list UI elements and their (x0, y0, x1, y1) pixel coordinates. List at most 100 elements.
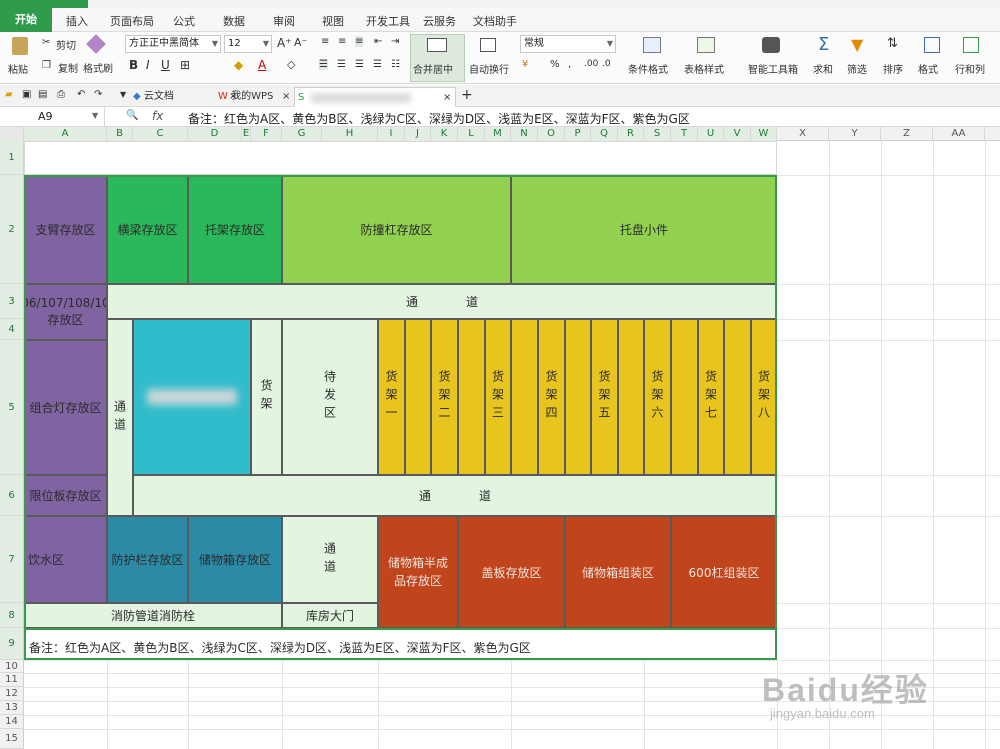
format-icon[interactable] (924, 37, 940, 53)
font-color-icon[interactable]: A (258, 58, 266, 72)
row-column-button[interactable]: 行和列 (955, 61, 985, 76)
fx-icon[interactable]: fx (152, 109, 163, 123)
zone-box-semi-finished[interactable]: 储物箱半成品存放区 (378, 516, 458, 628)
column-header[interactable]: A (24, 127, 107, 141)
zone-combo-light[interactable]: 组合灯存放区 (24, 340, 107, 475)
column-header[interactable]: W (751, 127, 777, 141)
column-header[interactable]: Q (591, 127, 618, 141)
zone-storage-box[interactable]: 储物箱存放区 (188, 516, 282, 603)
column-header[interactable]: N (511, 127, 538, 141)
zone-beam[interactable]: 横梁存放区 (107, 175, 188, 284)
paste-icon[interactable] (12, 37, 28, 55)
column-header[interactable]: P (565, 127, 591, 141)
align-top-icon[interactable]: ≡ (321, 36, 329, 47)
shelf-8[interactable]: 货架八 (751, 319, 777, 475)
clear-format-icon[interactable]: ◇ (287, 58, 295, 71)
thousands-icon[interactable]: , (568, 59, 571, 70)
tab-view[interactable]: 视图 (322, 12, 344, 32)
sum-button[interactable]: 求和 (813, 61, 833, 76)
wrap-text-icon[interactable] (480, 38, 496, 52)
cut-button[interactable]: 剪切 (56, 37, 76, 52)
shelf-1[interactable]: 货架一 (378, 319, 405, 475)
copy-button[interactable]: 复制 (58, 60, 78, 75)
undo-icon[interactable]: ↶ (77, 89, 85, 100)
number-format-select[interactable]: 常规 ▼ (520, 35, 616, 53)
sort-icon[interactable]: ⇅ (887, 36, 898, 51)
increase-decimal-icon[interactable]: .00 (584, 59, 598, 69)
table-style-icon[interactable] (697, 37, 715, 53)
row-header[interactable]: 3 (0, 284, 24, 319)
column-header[interactable]: R (618, 127, 644, 141)
column-header[interactable]: O (538, 127, 565, 141)
conditional-format-icon[interactable] (643, 37, 661, 53)
legend-note[interactable]: 备注：红色为A区、黄色为B区、浅绿为C区、深绿为D区、浅蓝为E区、深蓝为F区、紫… (24, 628, 777, 660)
filter-icon[interactable]: ▼ (851, 35, 863, 54)
column-header[interactable]: M (485, 127, 511, 141)
zone-blurred[interactable] (133, 319, 251, 475)
column-header[interactable]: F (251, 127, 282, 141)
shelf-gap[interactable] (618, 319, 644, 475)
zone-600-bar-assembly[interactable]: 600杠组装区 (671, 516, 777, 628)
column-header[interactable]: Y (829, 127, 881, 141)
bold-icon[interactable]: B (129, 58, 138, 72)
row-header[interactable]: 1 (0, 141, 24, 175)
align-center-icon[interactable]: ☰ (337, 59, 346, 70)
indent-decrease-icon[interactable]: ⇤ (374, 36, 382, 47)
column-header[interactable]: D (188, 127, 242, 141)
shelf-label[interactable]: 货架 (251, 319, 282, 475)
aisle-row3[interactable]: 通 道 (107, 284, 777, 319)
cell-row1[interactable] (24, 141, 777, 175)
shelf-3[interactable]: 货架三 (485, 319, 511, 475)
shelf-6[interactable]: 货架六 (644, 319, 671, 475)
copy-icon[interactable]: ❐ (42, 60, 51, 71)
smart-toolbox-button[interactable]: 智能工具箱 (748, 61, 798, 76)
row-header[interactable]: 14 (0, 715, 24, 729)
tab-page-layout[interactable]: 页面布局 (110, 12, 154, 32)
column-header[interactable]: S (644, 127, 671, 141)
new-tab-icon[interactable]: + (461, 87, 473, 103)
column-header[interactable]: V (724, 127, 751, 141)
shelf-2[interactable]: 货架二 (431, 319, 458, 475)
column-header[interactable]: T (671, 127, 698, 141)
zone-106-109[interactable]: 106/107/108/109存放区 (24, 284, 107, 340)
row-header[interactable]: 10 (0, 660, 24, 673)
tab-doc-assistant[interactable]: 文档助手 (473, 12, 517, 32)
formula-input[interactable]: 备注：红色为A区、黄色为B区、浅绿为C区、深绿为D区、浅蓝为E区、深蓝为F区、紫… (188, 110, 690, 127)
row-header[interactable]: 13 (0, 701, 24, 715)
column-header[interactable]: Z (881, 127, 933, 141)
aisle-column-b[interactable]: 通道 (107, 319, 133, 516)
conditional-format-button[interactable]: 条件格式 (628, 61, 668, 76)
shelf-5[interactable]: 货架五 (591, 319, 618, 475)
filter-button[interactable]: 筛选 (847, 61, 867, 76)
export-icon[interactable]: ▤ (38, 89, 47, 100)
aisle-g7[interactable]: 通道 (282, 516, 378, 603)
shelf-7[interactable]: 货架七 (698, 319, 724, 475)
toolbox-icon[interactable] (762, 37, 780, 53)
tab-insert[interactable]: 插入 (66, 12, 88, 32)
zone-bumper[interactable]: 防撞杠存放区 (282, 175, 511, 284)
tab-data[interactable]: 数据 (223, 12, 245, 32)
zone-pending-shipment[interactable]: 待发区 (282, 319, 378, 475)
shrink-font-icon[interactable]: A⁻ (294, 36, 307, 49)
zoom-formula-icon[interactable]: 🔍 (126, 110, 138, 121)
column-header[interactable]: L (458, 127, 485, 141)
redo-icon[interactable]: ↷ (94, 89, 102, 100)
tab-review[interactable]: 审阅 (273, 12, 295, 32)
justify-icon[interactable]: ☰ (373, 59, 382, 70)
sort-button[interactable]: 排序 (883, 61, 903, 76)
shelf-gap[interactable] (724, 319, 751, 475)
underline-icon[interactable]: U (161, 58, 170, 72)
column-header[interactable]: E (242, 127, 251, 141)
doc-tab-mywps[interactable]: W 我的WPS × (218, 87, 294, 107)
align-bottom-icon[interactable]: ≡ (355, 36, 364, 47)
close-icon[interactable]: × (282, 87, 290, 107)
column-header[interactable]: H (322, 127, 378, 141)
zone-limit-plate[interactable]: 限位板存放区 (24, 475, 107, 516)
tab-cloud[interactable]: 云服务 (423, 12, 456, 32)
row-header[interactable]: 11 (0, 673, 24, 687)
row-header[interactable]: 12 (0, 687, 24, 701)
open-folder-icon[interactable]: ▰ (5, 89, 13, 100)
align-left-icon[interactable]: ☰ (319, 59, 328, 70)
format-painter-button[interactable]: 格式刷 (83, 60, 113, 75)
paste-button[interactable]: 粘贴 (8, 61, 28, 76)
